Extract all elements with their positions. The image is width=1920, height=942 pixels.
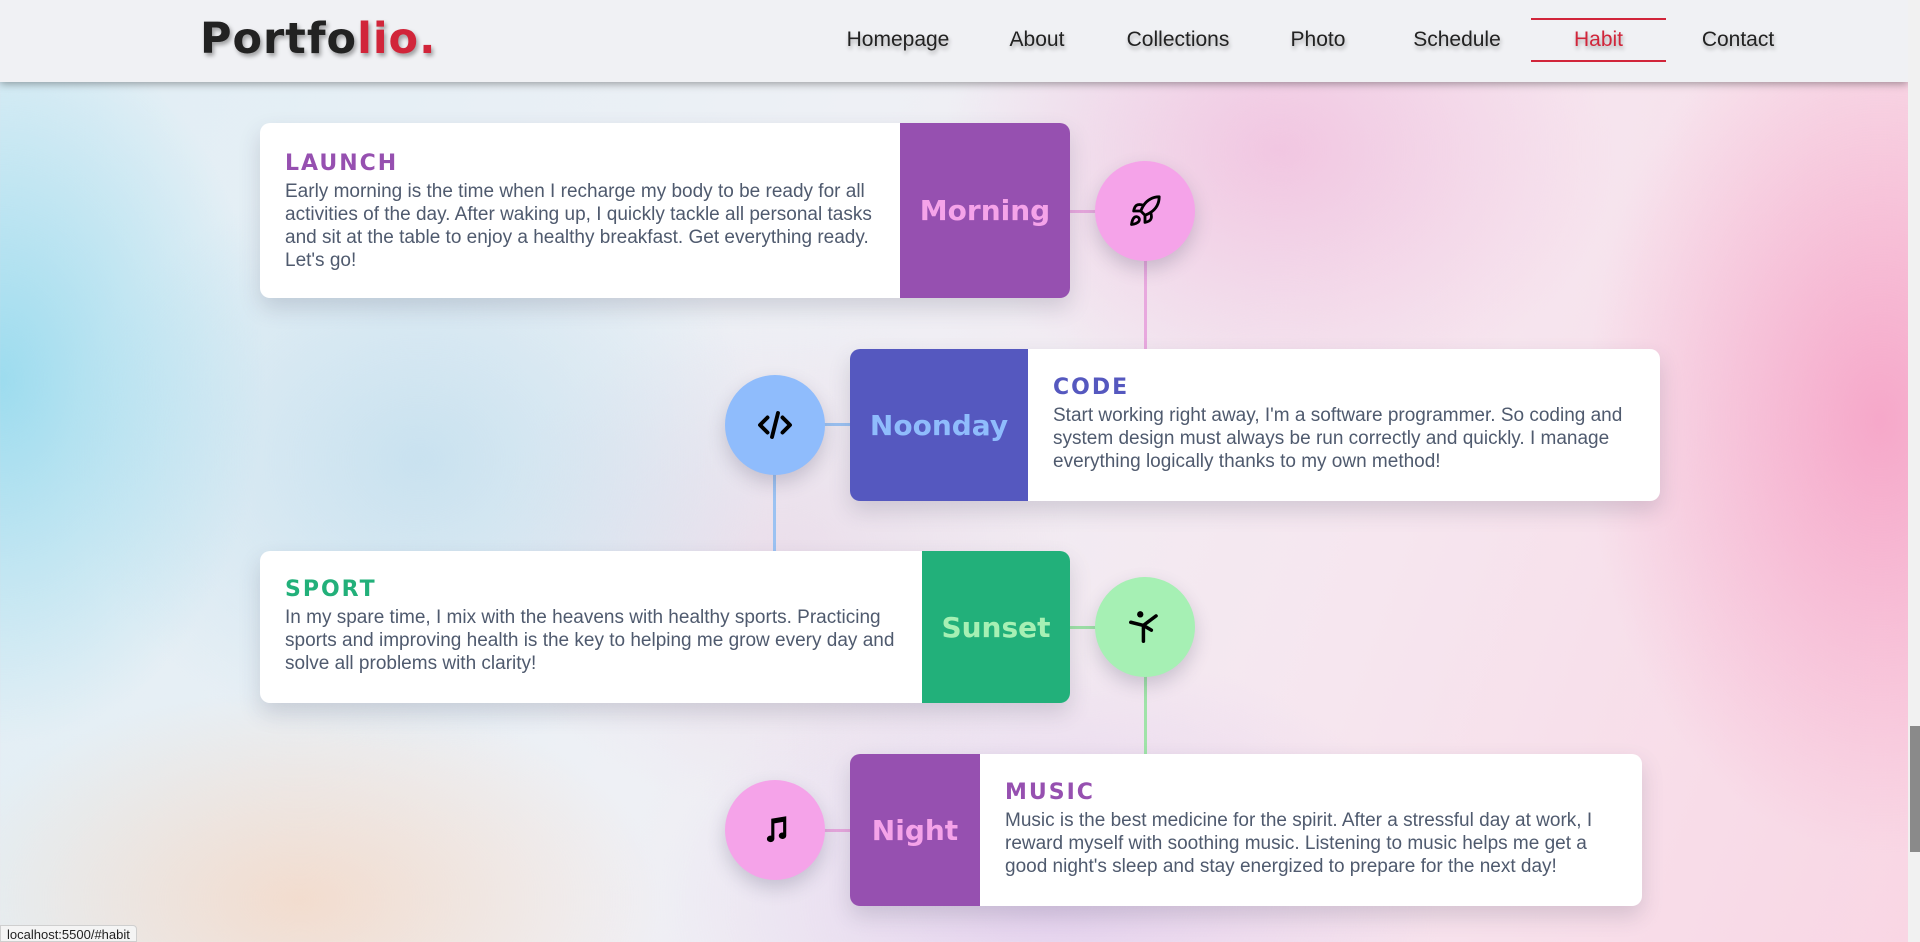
connector-night-h	[824, 829, 852, 832]
code-icon	[757, 410, 793, 440]
yoga-pose-icon	[1126, 608, 1164, 646]
logo-accent-text: lio.	[357, 14, 437, 64]
site-logo[interactable]: Portfolio.	[200, 14, 436, 64]
timeline-card-night: Night MUSIC Music is the best medicine f…	[850, 754, 1642, 906]
card-title: SPORT	[285, 577, 377, 602]
connector-noonday-v	[773, 474, 776, 552]
nav-schedule[interactable]: Schedule	[1400, 18, 1514, 62]
card-body: SPORT In my spare time, I mix with the h…	[260, 551, 922, 703]
nav-contact[interactable]: Contact	[1690, 18, 1786, 62]
card-title: MUSIC	[1005, 780, 1095, 805]
card-time-label: Sunset	[922, 551, 1070, 703]
card-title: LAUNCH	[285, 151, 399, 176]
card-text: Music is the best medicine for the spiri…	[1005, 810, 1593, 877]
nav-collections[interactable]: Collections	[1110, 18, 1246, 62]
music-note-icon	[760, 814, 790, 846]
nav-homepage[interactable]: Homepage	[830, 18, 966, 62]
nav-photo[interactable]: Photo	[1278, 18, 1358, 62]
card-text: Start working right away, I'm a software…	[1053, 405, 1623, 472]
status-url: localhost:5500/#habit	[0, 925, 137, 942]
card-time-label: Night	[850, 754, 980, 906]
connector-morning-h	[1069, 210, 1097, 213]
card-title: CODE	[1053, 375, 1130, 400]
nav-habit[interactable]: Habit	[1531, 18, 1666, 62]
page-scrollbar[interactable]	[1908, 0, 1920, 942]
timeline-circle-noonday	[725, 375, 825, 475]
site-header: Portfolio. Homepage About Collections Ph…	[0, 0, 1908, 82]
nav-about[interactable]: About	[996, 18, 1078, 62]
timeline-circle-morning	[1095, 161, 1195, 261]
timeline-circle-sunset	[1095, 577, 1195, 677]
card-body: LAUNCH Early morning is the time when I …	[260, 123, 900, 298]
connector-sunset-v	[1144, 676, 1147, 754]
card-time-label: Noonday	[850, 349, 1028, 501]
scrollbar-thumb[interactable]	[1910, 726, 1920, 852]
timeline-card-sunset: SPORT In my spare time, I mix with the h…	[260, 551, 1070, 703]
logo-main-text: Portfo	[200, 14, 358, 64]
card-text: In my spare time, I mix with the heavens…	[285, 607, 895, 674]
connector-noonday-h	[824, 423, 852, 426]
connector-morning-v	[1144, 260, 1147, 350]
card-text: Early morning is the time when I recharg…	[285, 181, 872, 271]
timeline-circle-night	[725, 780, 825, 880]
card-body: CODE Start working right away, I'm a sof…	[1028, 349, 1660, 501]
rocket-icon	[1128, 194, 1162, 228]
timeline-card-morning: LAUNCH Early morning is the time when I …	[260, 123, 1070, 298]
connector-sunset-h	[1069, 626, 1097, 629]
timeline-card-noonday: Noonday CODE Start working right away, I…	[850, 349, 1660, 501]
card-time-label: Morning	[900, 123, 1070, 298]
card-body: MUSIC Music is the best medicine for the…	[980, 754, 1642, 906]
